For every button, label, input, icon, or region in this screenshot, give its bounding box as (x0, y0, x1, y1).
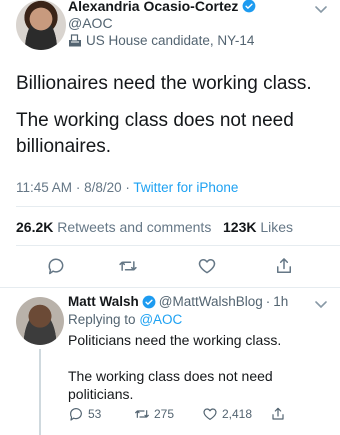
author-name-row[interactable]: Alexandria Ocasio-Cortez (68, 0, 256, 14)
reply-like-action[interactable]: 2,418 (202, 406, 252, 422)
like-icon (203, 408, 217, 420)
share-icon[interactable] (274, 256, 294, 276)
chevron-down-icon[interactable] (314, 297, 328, 311)
avatar[interactable] (16, 0, 66, 50)
replying-to: Replying to @AOC (68, 312, 336, 327)
retweet-icon (135, 410, 149, 418)
verified-badge-icon (242, 0, 256, 13)
like-count: 2,418 (222, 407, 253, 421)
meta-separator: · (265, 294, 271, 309)
reply-text-line-1: Politicians need the working class. (68, 332, 282, 348)
tweet-text-line-1: Billionaires need the working class. (16, 73, 312, 94)
reply-avatar[interactable] (16, 297, 64, 345)
chevron-down-icon[interactable] (314, 2, 328, 16)
replying-to-handle[interactable]: @AOC (139, 312, 182, 327)
divider (16, 245, 340, 246)
likes-count: 123K (223, 219, 257, 235)
retweet-count: 275 (154, 407, 175, 421)
candidate-label: US House candidate, NY-14 (68, 33, 256, 48)
likes-label: Likes (260, 219, 294, 235)
reply-display-name[interactable]: Matt Walsh (68, 294, 139, 309)
reply-share-action[interactable] (270, 406, 286, 422)
author-handle[interactable]: @AOC (68, 15, 256, 31)
reply-handle[interactable]: @MattWalshBlog (159, 294, 263, 309)
tweet-stats: 26.2K Retweets and comments 123K Likes (16, 219, 293, 235)
retweets-label: Retweets and comments (57, 219, 212, 235)
reply-icon[interactable] (46, 256, 66, 276)
reply-header: Matt Walsh @MattWalshBlog · 1h (68, 294, 336, 309)
reply-action-bar: 53 275 2,418 (68, 406, 288, 426)
reply-age[interactable]: 1h (273, 294, 288, 309)
meta-separator: · (75, 180, 85, 195)
author-display-name[interactable]: Alexandria Ocasio-Cortez (68, 0, 238, 14)
reply-retweet-action[interactable]: 275 (134, 406, 174, 422)
reply-count: 53 (88, 407, 102, 421)
reply-tweet[interactable]: Matt Walsh @MattWalshBlog · 1h Replying … (68, 294, 336, 403)
divider (16, 206, 340, 207)
likes-stat[interactable]: 123K Likes (223, 219, 293, 235)
tweet-text-line-2: The working class does not need billiona… (16, 110, 294, 157)
candidate-label-text: US House candidate, NY-14 (86, 33, 255, 48)
reply-icon (70, 408, 82, 421)
share-icon (272, 407, 284, 420)
retweets-count: 26.2K (16, 219, 54, 235)
tweet-metadata: 11:45 AM · 8/8/20 · Twitter for iPhone (16, 180, 238, 195)
tweet-date[interactable]: 8/8/20 (84, 180, 122, 195)
replying-to-prefix: Replying to (68, 312, 136, 327)
verified-badge-icon (142, 295, 156, 308)
tweet-action-bar (0, 256, 340, 278)
tweet-time[interactable]: 11:45 AM (16, 180, 72, 195)
reply-reply-action[interactable]: 53 (68, 406, 101, 422)
thread-line (39, 349, 41, 435)
retweets-stat[interactable]: 26.2K Retweets and comments (16, 219, 211, 235)
ballot-box-icon (69, 34, 81, 47)
like-icon[interactable] (197, 256, 217, 276)
reply-text-line-2: The working class does not need politici… (68, 368, 273, 402)
author-block: Alexandria Ocasio-Cortez @AOC US House c… (68, 0, 256, 48)
divider (0, 287, 340, 288)
tweet-source[interactable]: Twitter for iPhone (133, 180, 238, 195)
retweet-icon[interactable] (118, 256, 138, 276)
